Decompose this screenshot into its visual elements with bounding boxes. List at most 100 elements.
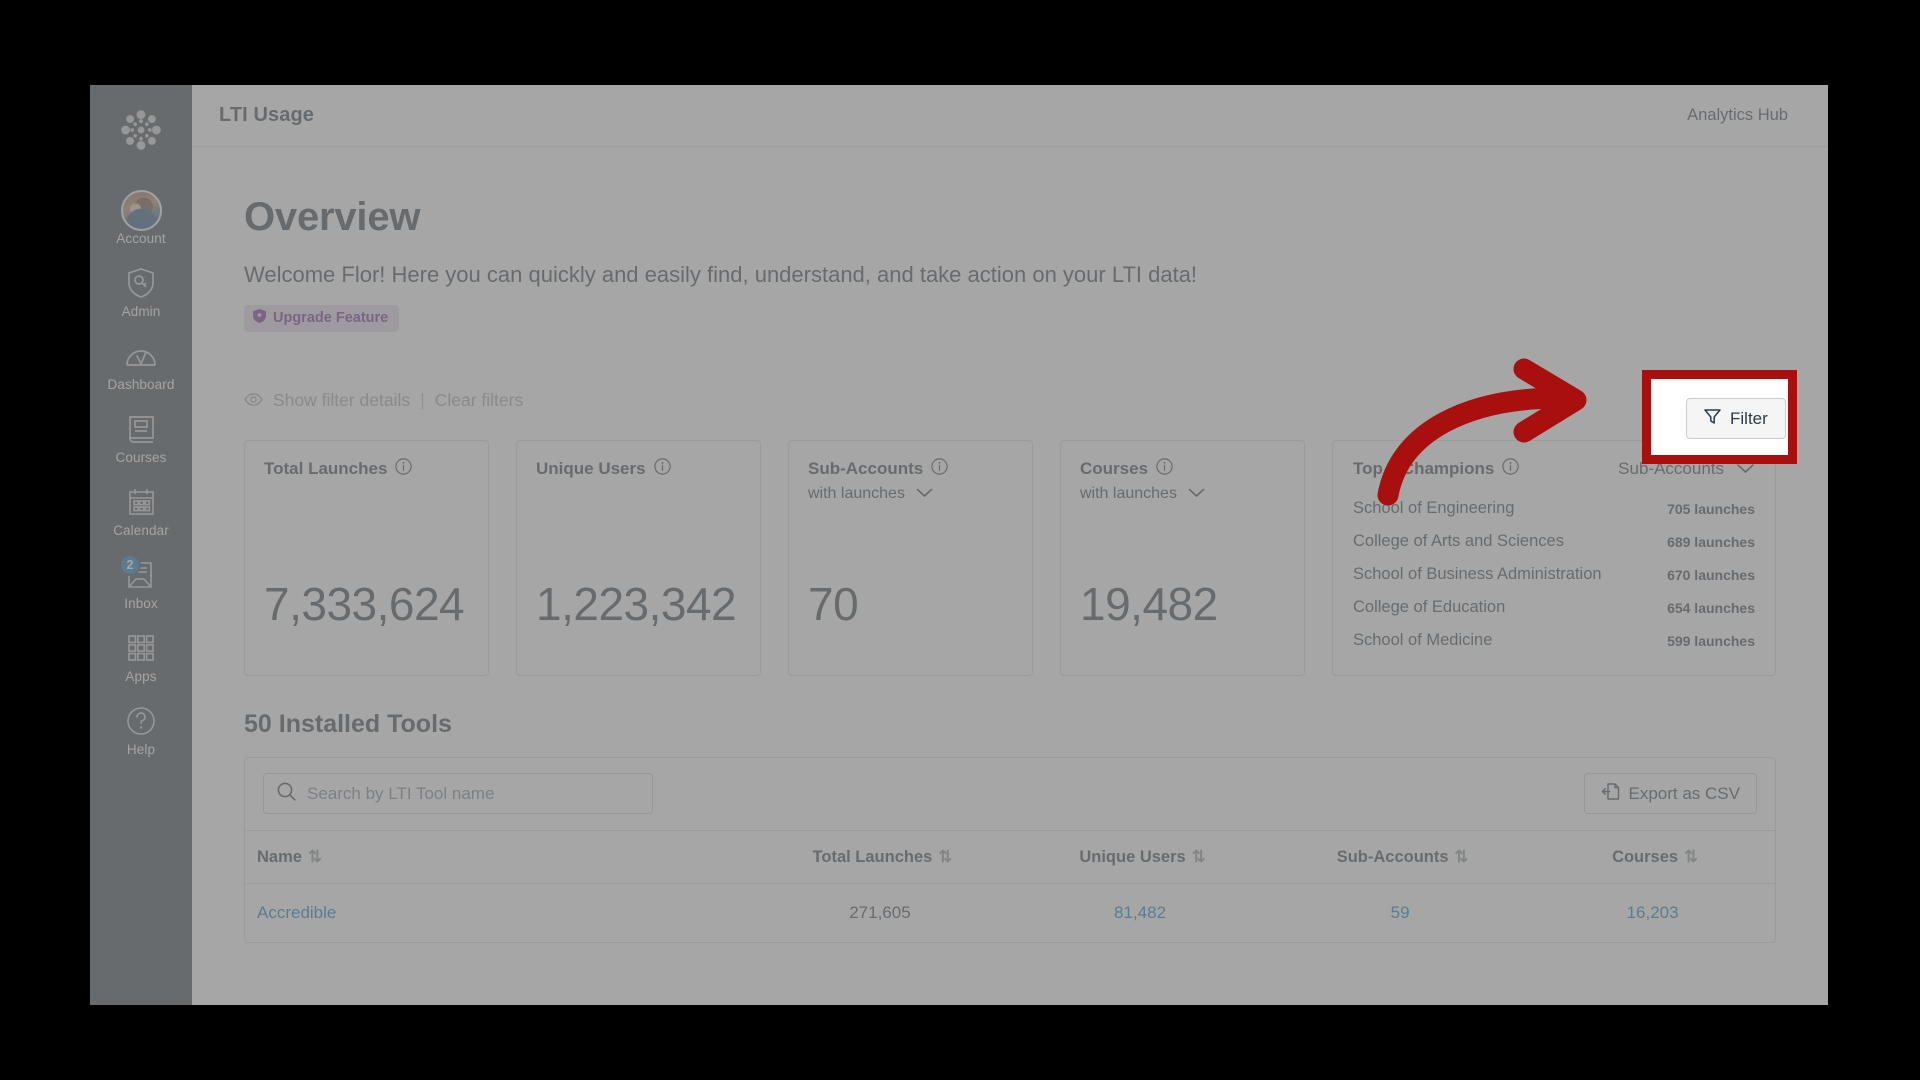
link-separator: | [420, 389, 425, 410]
sidebar-item-label: Account [116, 231, 166, 246]
upgrade-feature-badge: Upgrade Feature [244, 305, 400, 332]
export-csv-button[interactable]: Export as CSV [1583, 773, 1757, 814]
table-row: Accredible 271,605 81,482 59 16,203 [245, 884, 1775, 943]
info-icon[interactable] [653, 458, 671, 480]
champion-name: College of Arts and Sciences [1353, 532, 1564, 550]
courses-link[interactable]: 16,203 [1627, 903, 1679, 922]
card-title: Total Launches [264, 459, 388, 478]
search-input[interactable] [307, 783, 639, 804]
card-value: 19,482 [1080, 578, 1218, 630]
shield-key-icon [126, 266, 156, 300]
sidebar-item-inbox[interactable]: 2 Inbox [90, 549, 192, 622]
info-icon[interactable] [1502, 458, 1520, 480]
card-title: Unique Users [536, 459, 646, 478]
sort-icon: ⇅ [1191, 848, 1206, 866]
welcome-message: Welcome Flor! Here you can quickly and e… [244, 262, 1198, 287]
sidebar-item-label: Inbox [124, 596, 158, 611]
champions-title: Top 5 Champions [1353, 459, 1495, 478]
inbox-icon: 2 [119, 554, 157, 592]
champion-name: School of Engineering [1353, 499, 1515, 517]
upgrade-feature-label: Upgrade Feature [273, 310, 389, 326]
column-label: Total Launches [812, 848, 933, 866]
sidebar-item-account[interactable]: Account [90, 184, 192, 257]
card-title: Sub-Accounts [808, 459, 924, 478]
avatar [120, 189, 162, 231]
installed-tools-table: Name ⇅ Total Launches ⇅ Unique Users ⇅ Sub-… [245, 830, 1775, 942]
champion-count: 670 launches [1667, 566, 1755, 583]
sidebar-item-help[interactable]: Help [90, 695, 192, 768]
column-label: Courses [1612, 848, 1679, 866]
column-header-total-launches[interactable]: Total Launches ⇅ [749, 830, 1010, 884]
stat-cards: Total Launches 7,333,624 Unique Users 1,… [244, 440, 1776, 676]
book-icon [127, 412, 156, 446]
sidebar-item-courses[interactable]: Courses [90, 403, 192, 476]
list-item: College of Arts and Sciences 689 launche… [1353, 525, 1755, 558]
sidebar-item-dashboard[interactable]: Dashboard [90, 330, 192, 403]
clear-filters-link[interactable]: Clear filters [435, 390, 524, 411]
sort-icon: ⇅ [307, 848, 322, 866]
card-value: 1,223,342 [536, 578, 737, 630]
card-scope-select[interactable]: with launches [808, 485, 1013, 503]
sidebar-item-label: Apps [125, 669, 157, 684]
champions-scope-label: Sub-Accounts [1618, 459, 1724, 478]
canvas-logo-icon[interactable] [118, 107, 164, 158]
champion-count: 654 launches [1667, 599, 1755, 616]
sidebar-item-calendar[interactable]: Calendar [90, 476, 192, 549]
list-item: School of Engineering 705 launches [1353, 492, 1755, 525]
gauge-icon [125, 339, 157, 373]
list-item: School of Business Administration 670 la… [1353, 558, 1755, 591]
champion-count: 599 launches [1667, 632, 1755, 649]
tool-name-link[interactable]: Accredible [257, 903, 336, 922]
export-csv-label: Export as CSV [1628, 783, 1741, 803]
sidebar-item-label: Calendar [113, 523, 169, 538]
filter-button[interactable]: Filter [1676, 379, 1776, 421]
sidebar-item-admin[interactable]: Admin [90, 257, 192, 330]
column-header-courses[interactable]: Courses ⇅ [1530, 830, 1775, 884]
chevron-down-icon [1736, 459, 1755, 479]
champion-count: 705 launches [1667, 500, 1755, 517]
show-filter-details-link[interactable]: Show filter details [273, 390, 410, 411]
column-label: Unique Users [1079, 848, 1186, 866]
main-content: Overview Welcome Flor! Here you can quic… [192, 147, 1828, 1005]
info-icon[interactable] [395, 458, 413, 480]
sidebar-item-label: Admin [121, 304, 161, 319]
champion-count: 689 launches [1667, 533, 1755, 550]
info-icon[interactable] [1156, 458, 1173, 480]
column-label: Name [257, 848, 302, 866]
search-input-wrapper[interactable] [263, 773, 653, 814]
info-icon[interactable] [931, 458, 948, 480]
column-header-sub-accounts[interactable]: Sub-Accounts ⇅ [1270, 830, 1531, 884]
grid-icon [127, 631, 155, 665]
installed-tools-heading: 50 Installed Tools [244, 710, 452, 738]
card-scope-select[interactable]: with launches [1080, 485, 1285, 503]
card-courses: Courses with launches 19,482 [1060, 440, 1305, 676]
cell-total-launches: 271,605 [849, 903, 911, 922]
list-item: College of Education 654 launches [1353, 591, 1755, 624]
app-title: LTI Usage [219, 104, 314, 126]
card-value: 70 [808, 578, 859, 630]
sidebar-item-apps[interactable]: Apps [90, 622, 192, 695]
funnel-icon [1694, 389, 1711, 411]
champion-name: College of Education [1353, 598, 1506, 616]
app-window: Account Admin Dashboard Courses Calendar… [90, 85, 1828, 1005]
installed-tools-panel: Export as CSV Name ⇅ Total Launches ⇅ [244, 757, 1776, 943]
list-item: School of Medicine 599 launches [1353, 624, 1755, 657]
eye-icon [244, 390, 263, 411]
shield-badge-icon [253, 309, 266, 327]
filter-button-label: Filter [1720, 390, 1758, 409]
filter-links: Show filter details | Clear filters [244, 390, 523, 411]
champions-list: School of Engineering 705 launches Colle… [1353, 492, 1755, 657]
sort-icon: ⇅ [1684, 848, 1698, 866]
column-header-name[interactable]: Name ⇅ [245, 830, 750, 884]
sort-icon: ⇅ [1454, 848, 1469, 866]
champions-scope-select[interactable]: Sub-Accounts [1618, 459, 1755, 479]
champion-name: School of Business Administration [1353, 565, 1602, 583]
sidebar-item-label: Dashboard [107, 377, 175, 392]
sub-accounts-link[interactable]: 59 [1391, 903, 1410, 922]
card-sub-accounts: Sub-Accounts with launches 70 [788, 440, 1033, 676]
column-header-unique-users[interactable]: Unique Users ⇅ [1009, 830, 1271, 884]
unique-users-link[interactable]: 81,482 [1114, 903, 1166, 922]
calendar-icon [127, 485, 156, 519]
card-scope-label: with launches [1080, 485, 1177, 502]
table-header-row: Name ⇅ Total Launches ⇅ Unique Users ⇅ Sub-… [245, 830, 1775, 884]
